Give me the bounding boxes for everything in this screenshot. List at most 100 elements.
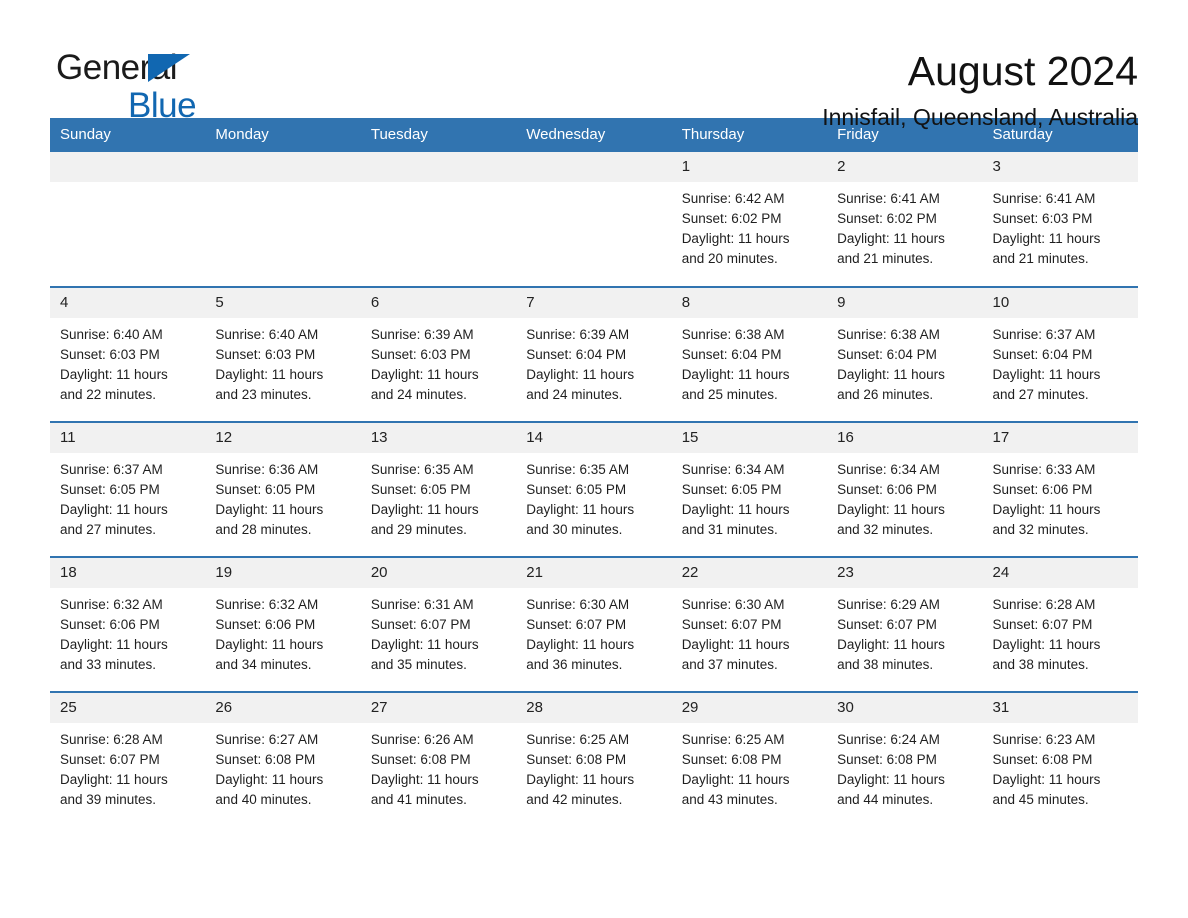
day-details: Sunrise: 6:30 AM Sunset: 6:07 PM Daylight:… [672, 588, 827, 675]
sunset-time: Sunset: 6:04 PM [681, 347, 782, 362]
calendar-week-row: 11 Sunrise: 6:37 AM Sunset: 6:05 PM Dayligh… [50, 421, 1138, 557]
calendar-week-row: 4 Sunrise: 6:40 AM Sunset: 6:03 PM Daylight… [50, 286, 1138, 422]
daylight-duration-line1: Daylight: 11 hours [60, 367, 168, 382]
day-cell[interactable]: 20 Sunrise: 6:31 AM Sunset: 6:07 PM Dayligh… [360, 556, 517, 692]
day-details: Sunrise: 6:24 AM Sunset: 6:08 PM Daylight:… [827, 723, 982, 810]
sunset-time: Sunset: 6:03 PM [992, 211, 1093, 226]
day-cell[interactable]: 24 Sunrise: 6:28 AM Sunset: 6:07 PM Dayligh… [982, 556, 1138, 692]
sunrise-time: Sunrise: 6:40 AM [215, 327, 319, 342]
day-cell[interactable]: 4 Sunrise: 6:40 AM Sunset: 6:03 PM Daylight… [50, 286, 206, 422]
general-blue-logo[interactable]: General Blue [50, 44, 230, 125]
day-details: Sunrise: 6:30 AM Sunset: 6:07 PM Daylight:… [516, 588, 671, 675]
sunset-time: Sunset: 6:07 PM [837, 617, 937, 632]
day-details: Sunrise: 6:41 AM Sunset: 6:02 PM Daylight:… [827, 182, 982, 269]
daylight-duration-line2: and 44 minutes. [837, 792, 934, 807]
daylight-duration-line2: and 32 minutes. [992, 522, 1089, 537]
sunrise-time: Sunrise: 6:37 AM [60, 462, 163, 477]
sunset-time: Sunset: 6:02 PM [681, 211, 782, 226]
sunset-time: Sunset: 6:08 PM [370, 752, 471, 767]
sunset-time: Sunset: 6:08 PM [837, 752, 937, 767]
calendar-page: General Blue August 2024 Innisfail, Quee… [0, 0, 1188, 918]
daylight-duration-line1: Daylight: 11 hours [215, 502, 324, 517]
daylight-duration-line1: Daylight: 11 hours [992, 502, 1101, 517]
day-details: Sunrise: 6:35 AM Sunset: 6:05 PM Daylight:… [516, 453, 671, 540]
daylight-duration-line1: Daylight: 11 hours [370, 502, 479, 517]
day-cell[interactable]: 31 Sunrise: 6:23 AM Sunset: 6:08 PM Dayligh… [982, 691, 1138, 827]
day-number: 11 [50, 423, 206, 453]
day-cell[interactable]: 29 Sunrise: 6:25 AM Sunset: 6:08 PM Dayligh… [671, 691, 828, 827]
daylight-duration-line2: and 34 minutes. [215, 657, 312, 672]
day-cell[interactable]: 12 Sunrise: 6:36 AM Sunset: 6:05 PM Dayligh… [205, 421, 361, 557]
day-cell[interactable]: 30 Sunrise: 6:24 AM Sunset: 6:08 PM Dayligh… [827, 691, 983, 827]
day-number: 16 [827, 423, 983, 453]
day-details: Sunrise: 6:37 AM Sunset: 6:04 PM Daylight:… [983, 318, 1138, 405]
day-cell[interactable]: 6 Sunrise: 6:39 AM Sunset: 6:03 PM Daylight… [360, 286, 517, 422]
day-cell[interactable]: 25 Sunrise: 6:28 AM Sunset: 6:07 PM Dayligh… [50, 691, 206, 827]
sunset-time: Sunset: 6:03 PM [215, 347, 316, 362]
day-cell[interactable]: 27 Sunrise: 6:26 AM Sunset: 6:08 PM Dayligh… [360, 691, 517, 827]
sunset-time: Sunset: 6:06 PM [992, 482, 1093, 497]
sunrise-time: Sunrise: 6:39 AM [526, 327, 630, 342]
day-cell[interactable]: 2 Sunrise: 6:41 AM Sunset: 6:02 PM Daylight… [827, 152, 983, 287]
day-number: 24 [982, 558, 1138, 588]
day-cell[interactable]: 21 Sunrise: 6:30 AM Sunset: 6:07 PM Dayligh… [516, 556, 672, 692]
day-number: 23 [827, 558, 983, 588]
daylight-duration-line2: and 27 minutes. [992, 387, 1089, 402]
day-cell[interactable]: 5 Sunrise: 6:40 AM Sunset: 6:03 PM Daylight… [205, 286, 361, 422]
title-block: August 2024 Innisfail, Queensland, Austr… [230, 44, 1138, 132]
calendar-body: 1 Sunrise: 6:42 AM Sunset: 6:02 PM Daylight… [50, 152, 1138, 827]
daylight-duration-line2: and 25 minutes. [681, 387, 778, 402]
day-cell[interactable]: 18 Sunrise: 6:32 AM Sunset: 6:06 PM Dayligh… [50, 556, 206, 692]
day-cell[interactable]: 10 Sunrise: 6:37 AM Sunset: 6:04 PM Dayligh… [982, 286, 1138, 422]
sunrise-time: Sunrise: 6:28 AM [992, 597, 1096, 612]
sunrise-time: Sunrise: 6:29 AM [837, 597, 940, 612]
day-cell[interactable]: 16 Sunrise: 6:34 AM Sunset: 6:06 PM Dayligh… [827, 421, 983, 557]
day-cell[interactable]: 26 Sunrise: 6:27 AM Sunset: 6:08 PM Dayligh… [205, 691, 361, 827]
sunrise-time: Sunrise: 6:34 AM [681, 462, 785, 477]
daylight-duration-line2: and 45 minutes. [992, 792, 1089, 807]
day-cell[interactable]: 19 Sunrise: 6:32 AM Sunset: 6:06 PM Dayligh… [205, 556, 361, 692]
sunset-time: Sunset: 6:06 PM [215, 617, 316, 632]
day-details: Sunrise: 6:35 AM Sunset: 6:05 PM Daylight:… [361, 453, 516, 540]
day-cell[interactable]: 17 Sunrise: 6:33 AM Sunset: 6:06 PM Dayligh… [982, 421, 1138, 557]
day-cell[interactable]: 22 Sunrise: 6:30 AM Sunset: 6:07 PM Dayligh… [671, 556, 828, 692]
day-cell[interactable]: 11 Sunrise: 6:37 AM Sunset: 6:05 PM Dayligh… [50, 421, 206, 557]
sunset-time: Sunset: 6:05 PM [215, 482, 316, 497]
day-cell[interactable]: 7 Sunrise: 6:39 AM Sunset: 6:04 PM Daylight… [516, 286, 672, 422]
day-number: 22 [671, 558, 828, 588]
daylight-duration-line2: and 28 minutes. [215, 522, 312, 537]
daylight-duration-line2: and 21 minutes. [837, 251, 934, 266]
daylight-duration-line2: and 40 minutes. [215, 792, 312, 807]
day-cell[interactable]: 13 Sunrise: 6:35 AM Sunset: 6:05 PM Dayligh… [360, 421, 517, 557]
day-cell[interactable]: 23 Sunrise: 6:29 AM Sunset: 6:07 PM Dayligh… [827, 556, 983, 692]
day-number: 2 [827, 152, 983, 182]
day-cell[interactable]: 14 Sunrise: 6:35 AM Sunset: 6:05 PM Dayligh… [516, 421, 672, 557]
daylight-duration-line2: and 22 minutes. [60, 387, 157, 402]
daylight-duration-line1: Daylight: 11 hours [526, 367, 635, 382]
day-cell-empty [360, 152, 517, 287]
daylight-duration-line1: Daylight: 11 hours [837, 772, 945, 787]
sunrise-time: Sunrise: 6:31 AM [370, 597, 474, 612]
sunset-time: Sunset: 6:03 PM [370, 347, 471, 362]
day-number: 28 [516, 693, 672, 723]
day-cell[interactable]: 3 Sunrise: 6:41 AM Sunset: 6:03 PM Daylight… [982, 152, 1138, 287]
page-header: General Blue August 2024 Innisfail, Quee… [50, 0, 1138, 130]
calendar-week-row: 25 Sunrise: 6:28 AM Sunset: 6:07 PM Dayligh… [50, 691, 1138, 827]
day-details: Sunrise: 6:41 AM Sunset: 6:03 PM Daylight:… [983, 182, 1138, 269]
sunset-time: Sunset: 6:04 PM [526, 347, 627, 362]
day-cell[interactable]: 9 Sunrise: 6:38 AM Sunset: 6:04 PM Daylight… [827, 286, 983, 422]
day-number: 26 [205, 693, 361, 723]
sunset-time: Sunset: 6:07 PM [526, 617, 627, 632]
daylight-duration-line1: Daylight: 11 hours [370, 772, 479, 787]
day-details: Sunrise: 6:32 AM Sunset: 6:06 PM Daylight:… [50, 588, 205, 675]
day-details: Sunrise: 6:29 AM Sunset: 6:07 PM Daylight:… [827, 588, 982, 675]
day-cell[interactable]: 1 Sunrise: 6:42 AM Sunset: 6:02 PM Daylight… [671, 152, 828, 287]
daylight-duration-line1: Daylight: 11 hours [837, 367, 945, 382]
daylight-duration-line1: Daylight: 11 hours [370, 637, 479, 652]
sunrise-time: Sunrise: 6:40 AM [60, 327, 163, 342]
day-cell[interactable]: 15 Sunrise: 6:34 AM Sunset: 6:05 PM Dayligh… [671, 421, 828, 557]
day-details: Sunrise: 6:28 AM Sunset: 6:07 PM Daylight:… [983, 588, 1138, 675]
day-cell[interactable]: 8 Sunrise: 6:38 AM Sunset: 6:04 PM Daylight… [671, 286, 828, 422]
sunset-time: Sunset: 6:03 PM [60, 347, 160, 362]
day-cell[interactable]: 28 Sunrise: 6:25 AM Sunset: 6:08 PM Dayligh… [516, 691, 672, 827]
